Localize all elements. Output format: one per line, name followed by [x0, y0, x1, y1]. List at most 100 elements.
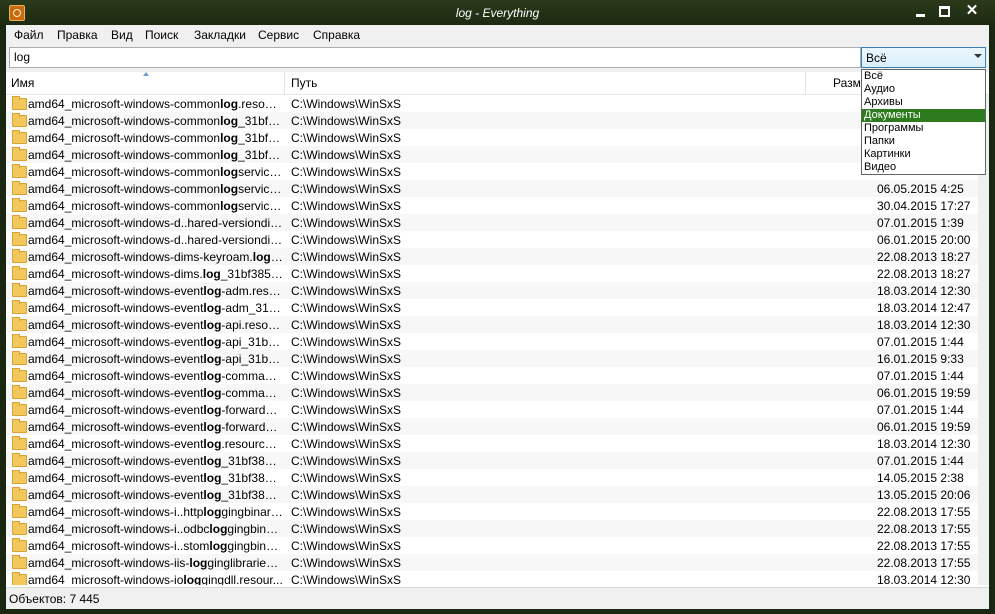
table-row[interactable]: amd64_microsoft-windows-commonlog.resour…	[6, 95, 978, 112]
menu-tools[interactable]: Сервис	[258, 28, 299, 42]
filter-select[interactable]: Всё	[861, 47, 986, 68]
file-path: C:\Windows\WinSxS	[291, 148, 402, 162]
folder-icon	[12, 470, 27, 484]
minimize-button[interactable]	[910, 2, 932, 20]
table-row[interactable]: amd64_microsoft-windows-eventlog-api_31b…	[6, 350, 978, 367]
folder-icon	[12, 487, 27, 501]
folder-icon	[12, 572, 27, 585]
table-row[interactable]: amd64_microsoft-windows-eventlog-command…	[6, 367, 978, 384]
table-row[interactable]: amd64_microsoft-windows-eventlog-command…	[6, 384, 978, 401]
filter-option[interactable]: Программы	[862, 122, 985, 135]
folder-icon	[12, 232, 27, 246]
table-row[interactable]: amd64_microsoft-windows-i..httploggingbi…	[6, 503, 978, 520]
table-row[interactable]: amd64_microsoft-windows-eventlog_31bf385…	[6, 469, 978, 486]
search-match: log	[203, 352, 222, 366]
file-path: C:\Windows\WinSxS	[291, 182, 402, 196]
table-row[interactable]: amd64_microsoft-windows-dims-keyroam.log…	[6, 248, 978, 265]
table-row[interactable]: amd64_microsoft-windows-commonlog_31bf38…	[6, 112, 978, 129]
menu-view[interactable]: Вид	[111, 28, 133, 42]
file-path: C:\Windows\WinSxS	[291, 335, 402, 349]
file-name: amd64_microsoft-windows-eventlog-forward…	[28, 403, 283, 417]
file-path: C:\Windows\WinSxS	[291, 403, 402, 417]
folder-icon	[12, 181, 27, 195]
file-name: amd64_microsoft-windows-eventlog_31bf385…	[28, 471, 283, 485]
search-match: log	[220, 97, 239, 111]
file-name: amd64_microsoft-windows-eventlog-api.res…	[28, 318, 283, 332]
menu-file[interactable]: Файл	[14, 28, 44, 42]
search-match: log	[203, 454, 222, 468]
file-name: amd64_microsoft-windows-commonlog_31bf38…	[28, 114, 283, 128]
table-row[interactable]: amd64_microsoft-windows-d..hared-version…	[6, 231, 978, 248]
table-row[interactable]: amd64_microsoft-windows-eventlog-api_31b…	[6, 333, 978, 350]
window-title: log - Everything	[455, 6, 540, 20]
file-name: amd64_microsoft-windows-commonlogservice…	[28, 182, 283, 196]
filter-option[interactable]: Картинки	[862, 148, 985, 161]
table-row[interactable]: amd64_microsoft-windows-eventlog.resourc…	[6, 435, 978, 452]
menu-bookmarks[interactable]: Закладки	[194, 28, 246, 42]
file-path: C:\Windows\WinSxS	[291, 573, 402, 585]
table-row[interactable]: amd64_microsoft-windows-eventlog-forward…	[6, 401, 978, 418]
search-match: log	[220, 182, 239, 196]
table-row[interactable]: amd64_microsoft-windows-commonlogservice…	[6, 163, 978, 180]
menu-edit[interactable]: Правка	[57, 28, 98, 42]
table-row[interactable]: amd64_microsoft-windows-eventlog-adm.res…	[6, 282, 978, 299]
table-row[interactable]: amd64_microsoft-windows-commonlog_31bf38…	[6, 146, 978, 163]
filter-selected-label: Всё	[866, 51, 887, 65]
table-row[interactable]: amd64_microsoft-windows-eventlog-api.res…	[6, 316, 978, 333]
folder-icon	[12, 419, 27, 433]
menu-help[interactable]: Справка	[313, 28, 360, 42]
file-date: 07.01.2015 1:44	[877, 369, 964, 383]
filter-option[interactable]: Документы	[862, 109, 985, 122]
filter-option[interactable]: Папки	[862, 135, 985, 148]
table-row[interactable]: amd64_microsoft-windows-eventlog-forward…	[6, 418, 978, 435]
table-row[interactable]: amd64_microsoft-windows-iologgingdll.res…	[6, 571, 978, 585]
search-match: log	[203, 318, 222, 332]
file-name: amd64_microsoft-windows-iis-logginglibra…	[28, 556, 283, 570]
table-row[interactable]: amd64_microsoft-windows-commonlogservice…	[6, 197, 978, 214]
table-row[interactable]: amd64_microsoft-windows-commonlog_31bf38…	[6, 129, 978, 146]
table-row[interactable]: amd64_microsoft-windows-i..odbcloggingbi…	[6, 520, 978, 537]
file-name: amd64_microsoft-windows-commonlogservice…	[28, 199, 283, 213]
folder-icon	[12, 130, 27, 144]
file-name: amd64_microsoft-windows-eventlog-adm_31b…	[28, 301, 283, 315]
file-name: amd64_microsoft-windows-eventlog-command…	[28, 386, 283, 400]
table-row[interactable]: amd64_microsoft-windows-iis-logginglibra…	[6, 554, 978, 571]
search-match: log	[203, 471, 222, 485]
file-path: C:\Windows\WinSxS	[291, 522, 402, 536]
file-name: amd64_microsoft-windows-eventlog_31bf385…	[28, 488, 283, 502]
search-input[interactable]: log	[9, 47, 861, 68]
folder-icon	[12, 334, 27, 348]
table-row[interactable]: amd64_microsoft-windows-dims.log_31bf385…	[6, 265, 978, 282]
filter-option[interactable]: Всё	[862, 70, 985, 83]
folder-icon	[12, 521, 27, 535]
menu-search[interactable]: Поиск	[145, 28, 178, 42]
table-row[interactable]: amd64_microsoft-windows-eventlog_31bf385…	[6, 486, 978, 503]
filter-option[interactable]: Аудио	[862, 83, 985, 96]
chevron-down-icon	[974, 54, 982, 58]
maximize-button[interactable]	[934, 2, 956, 20]
folder-icon	[12, 402, 27, 416]
file-name: amd64_microsoft-windows-eventlog.resourc…	[28, 437, 283, 451]
file-name: amd64_microsoft-windows-eventlog_31bf385…	[28, 454, 283, 468]
table-row[interactable]: amd64_microsoft-windows-commonlogservice…	[6, 180, 978, 197]
file-date: 22.08.2013 18:27	[877, 250, 971, 264]
file-date: 22.08.2013 17:55	[877, 522, 971, 536]
folder-icon	[12, 436, 27, 450]
column-header-path[interactable]: Путь	[286, 72, 806, 94]
table-row[interactable]: amd64_microsoft-windows-eventlog-adm_31b…	[6, 299, 978, 316]
table-row[interactable]: amd64_microsoft-windows-d..hared-version…	[6, 214, 978, 231]
search-match: log	[203, 386, 222, 400]
filter-option[interactable]: Видео	[862, 161, 985, 174]
table-row[interactable]: amd64_microsoft-windows-eventlog_31bf385…	[6, 452, 978, 469]
file-name: amd64_microsoft-windows-commonlogservice…	[28, 165, 283, 179]
folder-icon	[12, 453, 27, 467]
filter-dropdown-list[interactable]: Всё Аудио Архивы Документы Программы Папки Кар…	[861, 69, 986, 175]
filter-option[interactable]: Архивы	[862, 96, 985, 109]
file-path: C:\Windows\WinSxS	[291, 199, 402, 213]
table-row[interactable]: amd64_microsoft-windows-i..stomloggingbi…	[6, 537, 978, 554]
search-match: log	[220, 114, 239, 128]
close-button[interactable]: ✕	[961, 2, 983, 20]
results-list[interactable]: amd64_microsoft-windows-commonlog.resour…	[6, 95, 978, 585]
folder-icon	[12, 538, 27, 552]
file-path: C:\Windows\WinSxS	[291, 437, 402, 451]
